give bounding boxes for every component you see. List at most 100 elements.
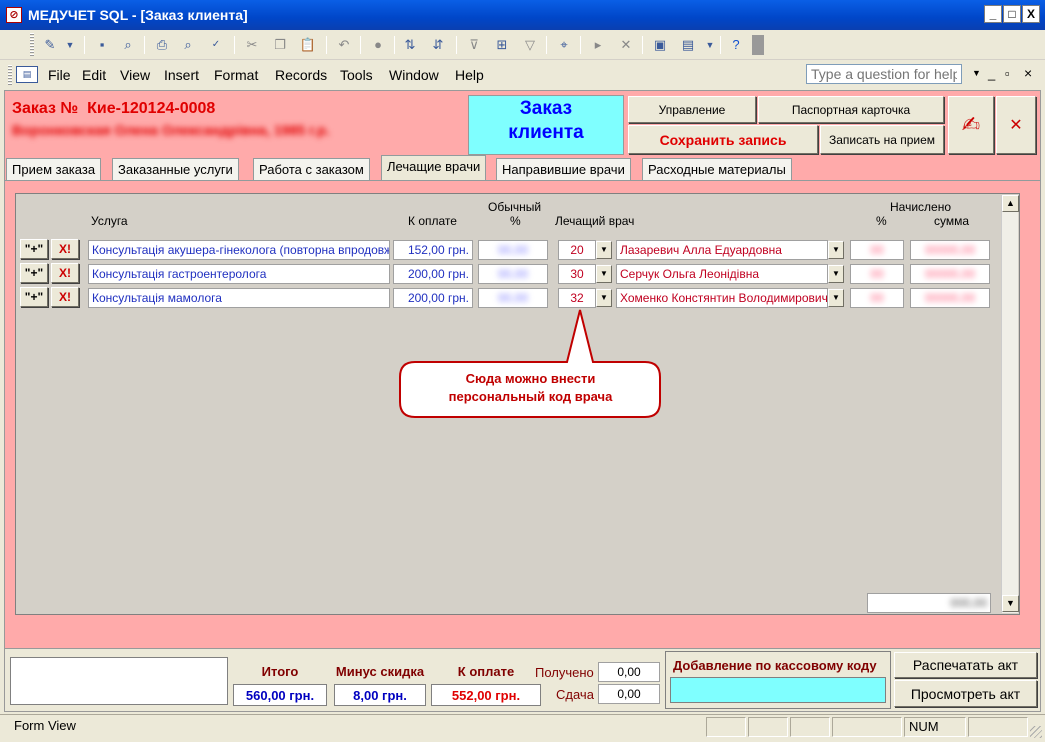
sum-field[interactable]: 00000,00 [910,264,990,284]
menu-window[interactable]: Window [389,67,439,83]
design-view-icon[interactable]: ✎ [40,35,60,55]
find-icon[interactable]: ⌖ [554,35,574,55]
copy-icon[interactable]: ❐ [270,35,290,55]
service-field[interactable]: Консультація акушера-гінеколога (повторн… [88,240,390,260]
spelling-icon[interactable]: ✓ [206,35,226,55]
passport-card-button[interactable]: Паспортная карточка [758,96,944,123]
chevron-down-icon[interactable]: ▼ [596,241,612,259]
notes-box[interactable] [10,657,228,705]
delete-row-button[interactable]: X! [51,263,79,283]
delete-record-icon[interactable]: ✕ [616,35,636,55]
scroll-up-icon[interactable]: ▲ [1002,195,1019,212]
cash-code-label: Добавление по кассовому коду [673,658,877,673]
pct-field[interactable]: 00 [850,264,904,284]
doctor-code-field[interactable]: 30 [558,264,596,284]
new-object-icon[interactable]: ▤ [678,35,698,55]
delete-row-button[interactable]: X! [51,287,79,307]
minimize-button[interactable]: _ [984,5,1002,23]
access-icon[interactable]: ⊘ [6,7,22,23]
toolbar-options-icon[interactable] [752,35,764,55]
maximize-button[interactable]: □ [1003,5,1021,23]
usual-pct-field[interactable]: 00,00 [478,264,548,284]
save-icon[interactable]: ▪ [92,35,112,55]
usual-pct-field[interactable]: 00,00 [478,240,548,260]
mdi-minimize-button[interactable]: _ [988,66,995,81]
chevron-down-icon[interactable]: ▼ [60,35,80,55]
usual-pct-value: 00,00 [497,243,529,257]
toolbar-grip[interactable] [30,33,34,57]
add-row-button[interactable]: "+" [20,263,48,283]
tab-attending-doctors[interactable]: Лечащие врачи [381,155,487,180]
menu-view[interactable]: View [120,67,150,83]
make-appointment-button[interactable]: Записать на прием [820,125,944,154]
doctor-code-field[interactable]: 20 [558,240,596,260]
menu-edit[interactable]: Edit [82,67,106,83]
status-panel [790,717,830,737]
service-field[interactable]: Консультація мамолога [88,288,390,308]
tab-ordered-services[interactable]: Заказанные услуги [112,158,239,180]
sum-field[interactable]: 00000,00 [910,240,990,260]
cash-code-input[interactable] [670,677,886,703]
doctor-name-field[interactable]: Лазаревич Алла Едуардовна [616,240,828,260]
service-field[interactable]: Консультація гастроентеролога [88,264,390,284]
vertical-scrollbar[interactable]: ▲ ▼ [1001,195,1019,613]
sort-descending-icon[interactable]: ⇵ [428,35,448,55]
close-form-icon[interactable]: ✕ [996,96,1036,154]
print-preview-icon[interactable]: ⌕ [178,35,198,55]
chevron-down-icon[interactable]: ▼ [828,241,844,259]
pct-field[interactable]: 00 [850,240,904,260]
sort-ascending-icon[interactable]: ⇅ [400,35,420,55]
chevron-down-icon[interactable]: ▼ [596,265,612,283]
filter-by-form-icon[interactable]: ⊞ [492,35,512,55]
menu-insert[interactable]: Insert [164,67,199,83]
tab-consumables[interactable]: Расходные материалы [642,158,792,180]
form-icon[interactable]: ▤ [16,66,38,83]
close-button[interactable]: X [1022,5,1040,23]
paste-icon[interactable]: 📋 [298,35,318,55]
to-pay-field[interactable]: 152,00 грн. [393,240,473,260]
received-input[interactable]: 0,00 [598,662,660,682]
chevron-down-icon[interactable]: ▼ [972,68,981,78]
database-window-icon[interactable]: ▣ [650,35,670,55]
delete-row-button[interactable]: X! [51,239,79,259]
scroll-down-icon[interactable]: ▼ [1002,595,1019,612]
save-record-button[interactable]: Сохранить запись [628,125,818,154]
doctor-name-field[interactable]: Серчук Ольга Леонідівна [616,264,828,284]
cut-icon[interactable]: ✂ [242,35,262,55]
hyperlink-icon[interactable]: ● [368,35,388,55]
chevron-down-icon[interactable]: ▼ [828,289,844,307]
new-record-icon[interactable]: ▸ [588,35,608,55]
tab-order-work[interactable]: Работа с заказом [253,158,370,180]
total-value: 560,00 грн. [233,684,327,706]
undo-icon[interactable]: ↶ [334,35,354,55]
tab-order-intake[interactable]: Прием заказа [6,158,102,180]
resize-grip[interactable] [1030,726,1042,738]
chevron-down-icon[interactable]: ▼ [700,35,720,55]
report-icon[interactable]: ✍ [948,96,994,154]
print-icon[interactable]: ⎙ [152,35,172,55]
menu-format[interactable]: Format [214,67,258,83]
menu-file[interactable]: File [48,67,71,83]
mdi-restore-button[interactable]: ▫ [1005,66,1010,81]
chevron-down-icon[interactable]: ▼ [828,265,844,283]
to-pay-field[interactable]: 200,00 грн. [393,264,473,284]
add-row-button[interactable]: "+" [20,239,48,259]
print-act-button[interactable]: Распечатать акт [894,652,1037,678]
help-icon[interactable]: ? [726,35,746,55]
filter-by-selection-icon[interactable]: ⊽ [464,35,484,55]
menubar-grip[interactable] [8,65,12,85]
sum-field[interactable]: 00000,00 [910,288,990,308]
add-row-button[interactable]: "+" [20,287,48,307]
apply-filter-icon[interactable]: ▽ [520,35,540,55]
menu-tools[interactable]: Tools [340,67,373,83]
tab-referring-doctors[interactable]: Направившие врачи [496,158,631,180]
menu-help[interactable]: Help [455,67,484,83]
search-icon[interactable]: ⌕ [118,35,138,55]
pct-field[interactable]: 00 [850,288,904,308]
menu-records[interactable]: Records [275,67,327,83]
view-act-button[interactable]: Просмотреть акт [894,680,1037,707]
mdi-close-button[interactable]: × [1024,65,1032,81]
manage-button[interactable]: Управление [628,96,756,123]
title-bar[interactable]: ⊘ МЕДУЧЕТ SQL - [Заказ клиента] _ □ X [0,0,1045,30]
help-question-input[interactable] [806,64,962,84]
